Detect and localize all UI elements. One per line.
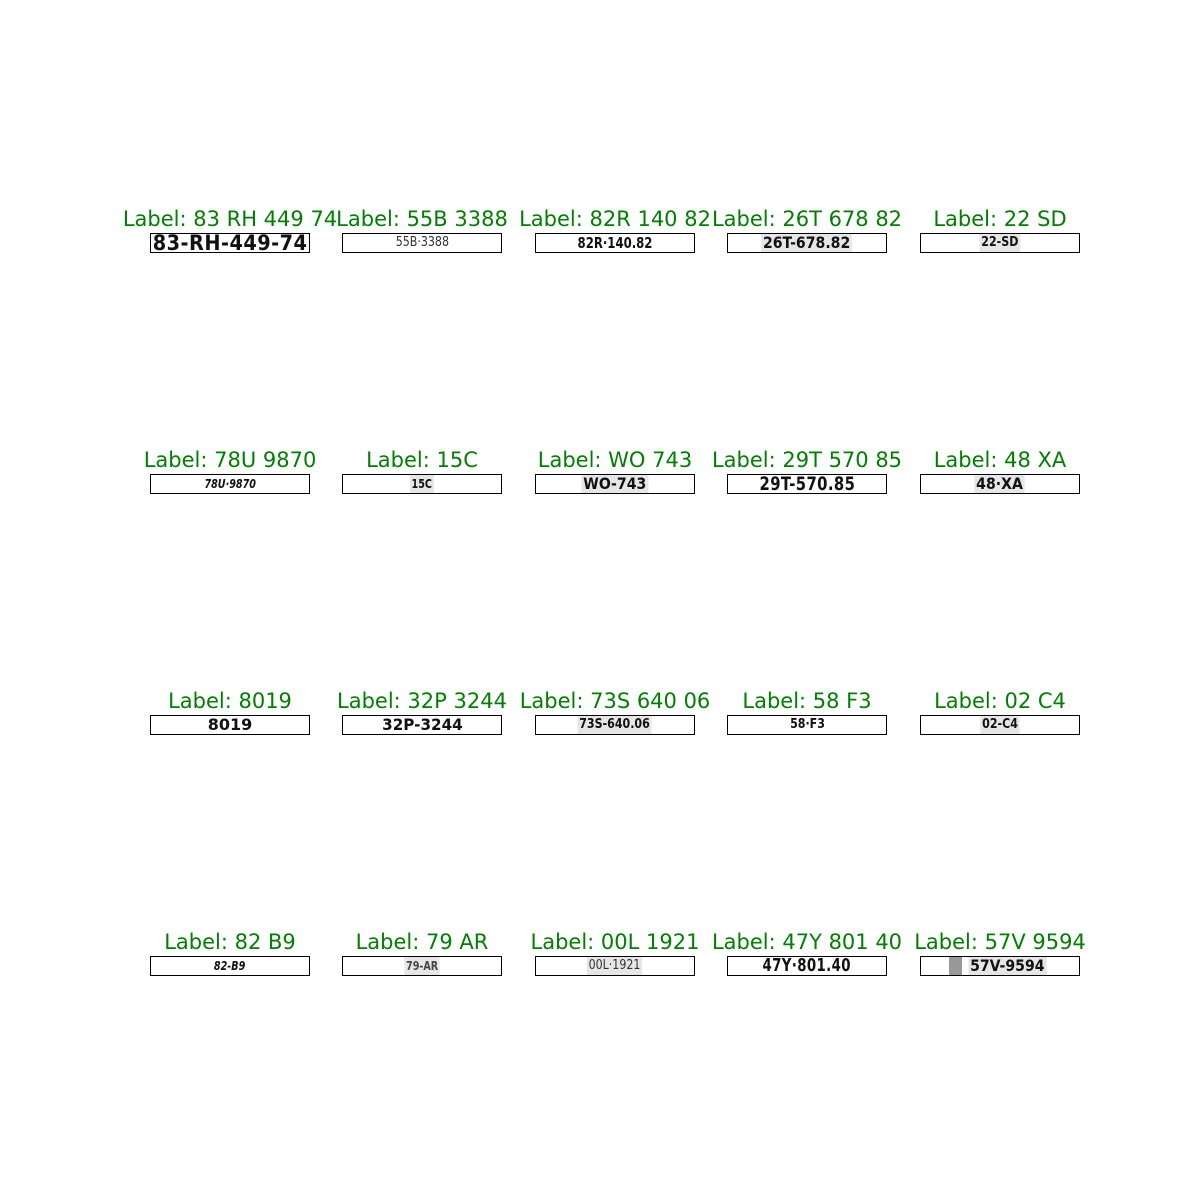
plate-cell: Label: 22 SD 22-SD xyxy=(880,207,1120,267)
plate-text: 73S-640.06 xyxy=(578,716,652,734)
plate-image: 58·F3 xyxy=(727,715,887,735)
plate-image: 22-SD xyxy=(920,233,1080,253)
plate-text: 32P-3244 xyxy=(381,715,463,734)
plate-image: 29T-570.85 xyxy=(727,474,887,494)
plate-text: 47Y·801.40 xyxy=(762,956,852,976)
plate-text: 22-SD xyxy=(979,234,1021,252)
plate-image: WO-743 xyxy=(535,474,695,494)
plate-text: 79-AR xyxy=(404,957,440,975)
plate-image: 57V-9594 xyxy=(920,956,1080,976)
plate-text: 48·XA xyxy=(974,474,1026,493)
plate-text: 83-RH-449-74 xyxy=(152,233,308,253)
plate-text: 02-C4 xyxy=(980,716,1020,734)
plate-image: 47Y·801.40 xyxy=(727,956,887,976)
plate-label: Label: 48 XA xyxy=(933,448,1067,472)
plate-text: 26T-678.82 xyxy=(761,233,853,252)
plate-text: 00L·1921 xyxy=(587,957,643,975)
plate-image: 79-AR xyxy=(342,956,502,976)
plate-edge-shadow xyxy=(948,957,962,975)
plate-text: WO-743 xyxy=(581,474,649,493)
plate-text: 57V-9594 xyxy=(967,956,1047,975)
plate-image: 82-B9 xyxy=(150,956,310,976)
plate-cell: Label: 48 XA 48·XA xyxy=(880,448,1120,508)
plate-text: 82-B9 xyxy=(214,959,246,973)
plate-image: 02-C4 xyxy=(920,715,1080,735)
plate-image: 78U·9870 xyxy=(150,474,310,494)
plate-image: 00L·1921 xyxy=(535,956,695,976)
plate-image: 48·XA xyxy=(920,474,1080,494)
plate-text: 29T-570.85 xyxy=(759,474,855,494)
plate-text: 58·F3 xyxy=(789,717,825,732)
plate-image: 73S-640.06 xyxy=(535,715,695,735)
plate-image: 32P-3244 xyxy=(342,715,502,735)
plate-image: 26T-678.82 xyxy=(727,233,887,253)
plate-image: 55B·3388 xyxy=(342,233,502,253)
plate-text: 78U·9870 xyxy=(204,477,256,491)
plate-image: 83-RH-449-74 xyxy=(150,233,310,253)
plate-text: 8019 xyxy=(207,715,253,734)
plate-cell: Label: 02 C4 02-C4 xyxy=(880,689,1120,749)
plate-image: 82R·140.82 xyxy=(535,233,695,253)
plate-text: 15C xyxy=(410,475,434,493)
plate-text: 82R·140.82 xyxy=(577,234,653,252)
plate-label: Label: 22 SD xyxy=(933,207,1067,231)
plate-text: 55B·3388 xyxy=(395,235,449,250)
plate-label: Label: 02 C4 xyxy=(934,689,1066,713)
plate-image: 15C xyxy=(342,474,502,494)
plate-cell: Label: 57V 9594 57V-9594 xyxy=(880,930,1120,990)
plate-label: Label: 57V 9594 xyxy=(914,930,1086,954)
plate-image: 8019 xyxy=(150,715,310,735)
